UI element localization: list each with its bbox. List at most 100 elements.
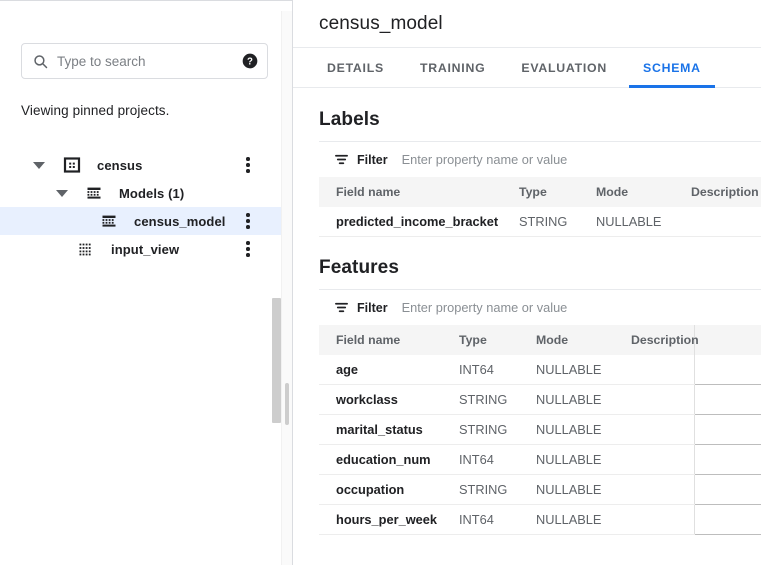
features-table-body: age INT64 NULLABLE workclass STRING NULL… [319, 355, 761, 535]
column-header-mode[interactable]: Mode [579, 177, 674, 207]
pinned-projects-note: Viewing pinned projects. [21, 103, 170, 118]
table-row[interactable]: education_num INT64 NULLABLE [319, 444, 761, 475]
overflow-menu-icon[interactable] [239, 155, 257, 175]
cell-mode: NULLABLE [519, 414, 614, 445]
cell-type: INT64 [442, 444, 519, 475]
cell-mode: NULLABLE [519, 384, 614, 415]
app-root: ? Viewing pinned projects. [0, 0, 761, 565]
project-tree: census Models (1) census_model input_vie… [0, 151, 281, 263]
view-icon [77, 240, 95, 258]
cell-field-name: marital_status [319, 414, 442, 445]
tab-schema[interactable]: SCHEMA [625, 48, 719, 88]
explorer-scrollbar-thumb-secondary[interactable] [285, 383, 289, 425]
table-row[interactable]: hours_per_week INT64 NULLABLE [319, 504, 761, 535]
tree-item-census-model[interactable]: census_model [0, 207, 281, 235]
column-header-type[interactable]: Type [442, 325, 519, 355]
tree-item-label: census [97, 157, 143, 173]
help-icon[interactable]: ? [242, 53, 258, 69]
column-header-description[interactable]: Description [674, 177, 761, 207]
cell-type: INT64 [442, 504, 519, 535]
cell-overflow [693, 414, 761, 445]
tab-training[interactable]: TRAINING [402, 48, 503, 87]
filter-icon [334, 300, 349, 315]
cell-mode: NULLABLE [519, 355, 614, 385]
tab-details[interactable]: DETAILS [309, 48, 402, 87]
explorer-content: ? Viewing pinned projects. [0, 1, 281, 565]
cell-overflow [693, 474, 761, 505]
overflow-menu-icon[interactable] [239, 239, 257, 259]
filter-label: Filter [357, 152, 388, 167]
labels-filter-bar[interactable]: Filter [319, 141, 761, 177]
cell-mode: NULLABLE [519, 474, 614, 505]
cell-type: STRING [442, 384, 519, 415]
schema-content: Labels Filter Field [293, 89, 761, 565]
cell-type: STRING [442, 474, 519, 505]
cell-type: INT64 [442, 355, 519, 385]
cell-field-name: predicted_income_bracket [319, 207, 502, 237]
cell-field-name: workclass [319, 384, 442, 415]
search-box[interactable]: ? [21, 43, 268, 79]
explorer-scrollbar-thumb[interactable] [272, 298, 281, 423]
column-header-overflow [693, 325, 761, 355]
cell-field-name: hours_per_week [319, 504, 442, 535]
cell-overflow [693, 504, 761, 535]
cell-mode: NULLABLE [519, 444, 614, 475]
column-header-field-name[interactable]: Field name [319, 325, 442, 355]
cell-description [614, 355, 694, 385]
cell-type: STRING [442, 414, 519, 445]
tree-item-label: census_model [134, 213, 226, 229]
cell-overflow [693, 444, 761, 475]
expand-caret-icon[interactable] [56, 189, 68, 197]
features-filter-input[interactable] [401, 300, 761, 315]
model-icon [100, 212, 118, 230]
search-icon [32, 53, 49, 70]
cell-description [614, 444, 694, 475]
column-header-field-name[interactable]: Field name [319, 177, 502, 207]
models-icon [85, 184, 103, 202]
cell-mode: NULLABLE [579, 207, 674, 237]
cell-description [614, 414, 694, 445]
tree-item-census[interactable]: census [0, 151, 281, 179]
cell-description [674, 207, 761, 237]
cell-description [614, 474, 694, 505]
tab-bar: DETAILS TRAINING EVALUATION SCHEMA [293, 48, 761, 88]
table-row[interactable]: age INT64 NULLABLE [319, 355, 761, 385]
features-table: Field name Type Mode Description age INT… [319, 325, 761, 535]
cell-description [614, 384, 694, 415]
tree-item-models[interactable]: Models (1) [0, 179, 281, 207]
column-header-mode[interactable]: Mode [519, 325, 614, 355]
table-row[interactable]: occupation STRING NULLABLE [319, 474, 761, 505]
filter-icon [334, 152, 349, 167]
page-title: census_model [319, 12, 443, 34]
features-filter-bar[interactable]: Filter [319, 289, 761, 325]
column-header-description[interactable]: Description [614, 325, 699, 355]
explorer-panel: ? Viewing pinned projects. [0, 0, 292, 565]
search-input[interactable] [57, 53, 236, 69]
table-row[interactable]: predicted_income_bracket STRING NULLABLE [319, 207, 761, 237]
features-section-title: Features [319, 257, 400, 278]
table-row[interactable]: marital_status STRING NULLABLE [319, 414, 761, 445]
features-table-header-row: Field name Type Mode Description [319, 325, 761, 355]
detail-panel: census_model DETAILS TRAINING EVALUATION… [292, 0, 761, 565]
tree-item-input-view[interactable]: input_view [0, 235, 281, 263]
column-header-type[interactable]: Type [502, 177, 579, 207]
overflow-menu-icon[interactable] [239, 211, 257, 231]
svg-text:?: ? [247, 56, 253, 67]
table-row[interactable]: workclass STRING NULLABLE [319, 384, 761, 415]
cell-overflow [693, 384, 761, 415]
cell-mode: NULLABLE [519, 504, 614, 535]
cell-field-name: age [319, 355, 442, 385]
cell-type: STRING [502, 207, 579, 237]
cell-field-name: occupation [319, 474, 442, 505]
cell-description [614, 504, 694, 535]
tree-item-label: Models (1) [119, 185, 185, 201]
labels-filter-input[interactable] [401, 152, 761, 167]
tab-evaluation[interactable]: EVALUATION [503, 48, 625, 87]
cell-overflow [693, 355, 761, 385]
cell-field-name: education_num [319, 444, 442, 475]
labels-table-header-row: Field name Type Mode Description [319, 177, 761, 207]
project-icon [63, 156, 81, 174]
explorer-scrollbar-track[interactable] [281, 11, 292, 565]
expand-caret-icon[interactable] [33, 161, 45, 169]
labels-section-title: Labels [319, 109, 380, 130]
